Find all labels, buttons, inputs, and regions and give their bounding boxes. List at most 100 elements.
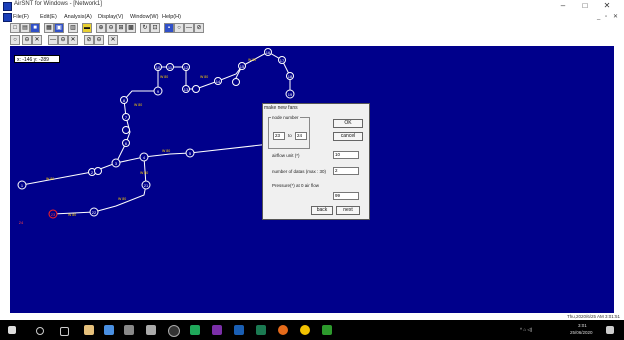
- node-3[interactable]: [94, 167, 102, 175]
- app-icon-circle[interactable]: [168, 325, 180, 337]
- toolbar-main: □ ▤ ■ ▦ ▣ ▥ ▬ ⊕ ⊖ ⊞ ▩ ↻ ⊡ ▪ ○ — ⊘: [10, 23, 310, 34]
- node-9[interactable]: [122, 126, 130, 134]
- node-label: 18: [288, 74, 293, 79]
- menu-window[interactable]: Window(W): [130, 12, 158, 22]
- from-node-field[interactable]: 23: [273, 132, 285, 140]
- rotate-icon[interactable]: ↻: [140, 23, 150, 33]
- search-icon[interactable]: [36, 327, 44, 335]
- pressure-label: Pressure(*) at 0 air flow: [272, 183, 320, 188]
- fan-icon[interactable]: ⊖: [22, 35, 32, 45]
- taskbar-date: 25/06/2020: [570, 330, 593, 335]
- view-icon[interactable]: ▪: [164, 23, 174, 33]
- status-datetime: Thu,2020/6/25 AM 3:01:51: [566, 314, 620, 319]
- edge-label: W 80: [118, 197, 126, 201]
- firefox-icon[interactable]: [278, 325, 288, 335]
- to-node-field[interactable]: 24: [295, 132, 307, 140]
- branch-line: [157, 51, 291, 94]
- app-icon-purple[interactable]: [212, 325, 222, 335]
- pressure-input[interactable]: 99: [333, 192, 359, 200]
- windows-start-icon[interactable]: [8, 326, 16, 334]
- menu-help[interactable]: Help(H): [162, 12, 181, 22]
- back-button[interactable]: back: [311, 206, 333, 215]
- cancel-button[interactable]: cancel: [333, 132, 363, 141]
- mdi-minimize-button[interactable]: _: [597, 12, 600, 22]
- label-icon[interactable]: ⊘: [84, 35, 94, 45]
- app-icon-teal[interactable]: [256, 325, 266, 335]
- grid-icon[interactable]: ▩: [126, 23, 136, 33]
- table-icon[interactable]: ▥: [68, 23, 78, 33]
- preview-icon[interactable]: ▣: [54, 23, 64, 33]
- node-label: 19: [288, 92, 293, 97]
- line-icon[interactable]: —: [184, 23, 194, 33]
- airflow-input[interactable]: 10: [333, 151, 359, 159]
- coordinate-readout: x: -146 y: -289: [14, 55, 60, 63]
- zoom-out-icon[interactable]: ⊖: [106, 23, 116, 33]
- fan-select-icon[interactable]: ⊖: [94, 35, 104, 45]
- branch-icon[interactable]: —: [48, 35, 58, 45]
- edge-label: W 80: [140, 171, 148, 175]
- menu-edit[interactable]: Edit(E): [40, 12, 57, 22]
- menu-file[interactable]: File(F): [13, 12, 29, 22]
- chrome-icon[interactable]: [300, 325, 310, 335]
- ok-button[interactable]: OK: [333, 119, 363, 128]
- airsnt-taskbar-icon[interactable]: [322, 325, 332, 335]
- branch-line: [21, 156, 145, 186]
- remove-icon[interactable]: ✕: [108, 35, 118, 45]
- window-title: AirSNT for Windows - [Network1]: [14, 1, 102, 7]
- datas-input[interactable]: 2: [333, 167, 359, 175]
- node-label: 21: [144, 183, 149, 188]
- menu-display[interactable]: Display(V): [98, 12, 123, 22]
- split-icon[interactable]: ⊘: [194, 23, 204, 33]
- cross-branch-icon[interactable]: ✕: [68, 35, 78, 45]
- print-icon[interactable]: ▦: [44, 23, 54, 33]
- close-button[interactable]: ✕: [600, 0, 614, 12]
- save-icon[interactable]: ■: [30, 23, 40, 33]
- circle-icon[interactable]: ○: [174, 23, 184, 33]
- app-icon-gray[interactable]: [124, 325, 134, 335]
- node-label: 24: [19, 220, 24, 225]
- taskbar: ^ ⌂ ◁) 3:01 25/06/2020: [0, 320, 624, 340]
- zoom-in-icon[interactable]: ⊕: [96, 23, 106, 33]
- node-label: 15: [240, 64, 245, 69]
- app-icon-tool[interactable]: [146, 325, 156, 335]
- maximize-button[interactable]: □: [578, 0, 592, 12]
- regulator-icon[interactable]: ⊖: [58, 35, 68, 45]
- edge-label: W 80: [162, 149, 170, 153]
- next-button[interactable]: next: [336, 206, 360, 215]
- node-number-label: node number: [271, 115, 300, 120]
- minimize-button[interactable]: –: [556, 0, 570, 12]
- edge-label: W 80: [248, 58, 256, 62]
- node-18[interactable]: [232, 78, 240, 86]
- new-icon[interactable]: □: [10, 23, 20, 33]
- mdi-restore-button[interactable]: ▫: [605, 12, 607, 22]
- taskbar-time: 3:01: [578, 323, 587, 328]
- file-explorer-icon[interactable]: [84, 325, 94, 335]
- node-label: 13: [184, 87, 189, 92]
- airflow-label: airflow unit (*): [272, 153, 300, 158]
- node-label: 10: [156, 65, 161, 70]
- menu-analysis[interactable]: Analysis(A): [64, 12, 92, 22]
- app-icon-green[interactable]: [190, 325, 200, 335]
- title-bar: AirSNT for Windows - [Network1] – □ ✕: [0, 0, 624, 12]
- graph-icon[interactable]: ⊡: [150, 23, 160, 33]
- app-icon-blue[interactable]: [104, 325, 114, 335]
- edge-label: W 80: [68, 213, 76, 217]
- tray-icons: ^ ⌂ ◁): [520, 327, 533, 332]
- node-icon[interactable]: ○: [10, 35, 20, 45]
- photoshop-icon[interactable]: [234, 325, 244, 335]
- notification-icon[interactable]: [606, 326, 614, 334]
- to-label: to: [288, 133, 292, 138]
- network-canvas[interactable]: 1 2 3 4 5 6 7 8 9 10 11 12 13 14 15 16 1…: [10, 46, 614, 313]
- dialog-title: make new fans: [264, 105, 298, 111]
- node-16[interactable]: [192, 85, 200, 93]
- fit-icon[interactable]: ⊞: [116, 23, 126, 33]
- delete-icon[interactable]: ✕: [32, 35, 42, 45]
- make-new-fans-dialog: make new fans node number 23 to 24 OK ca…: [262, 103, 370, 220]
- mdi-close-button[interactable]: ✕: [613, 12, 618, 22]
- node-label: 12: [184, 65, 189, 70]
- folder-icon[interactable]: ▬: [82, 23, 92, 33]
- task-view-icon[interactable]: [60, 327, 69, 336]
- datas-label: number of datas (max : 30): [272, 169, 327, 174]
- open-icon[interactable]: ▤: [20, 23, 30, 33]
- edge-label: W 80: [160, 75, 168, 79]
